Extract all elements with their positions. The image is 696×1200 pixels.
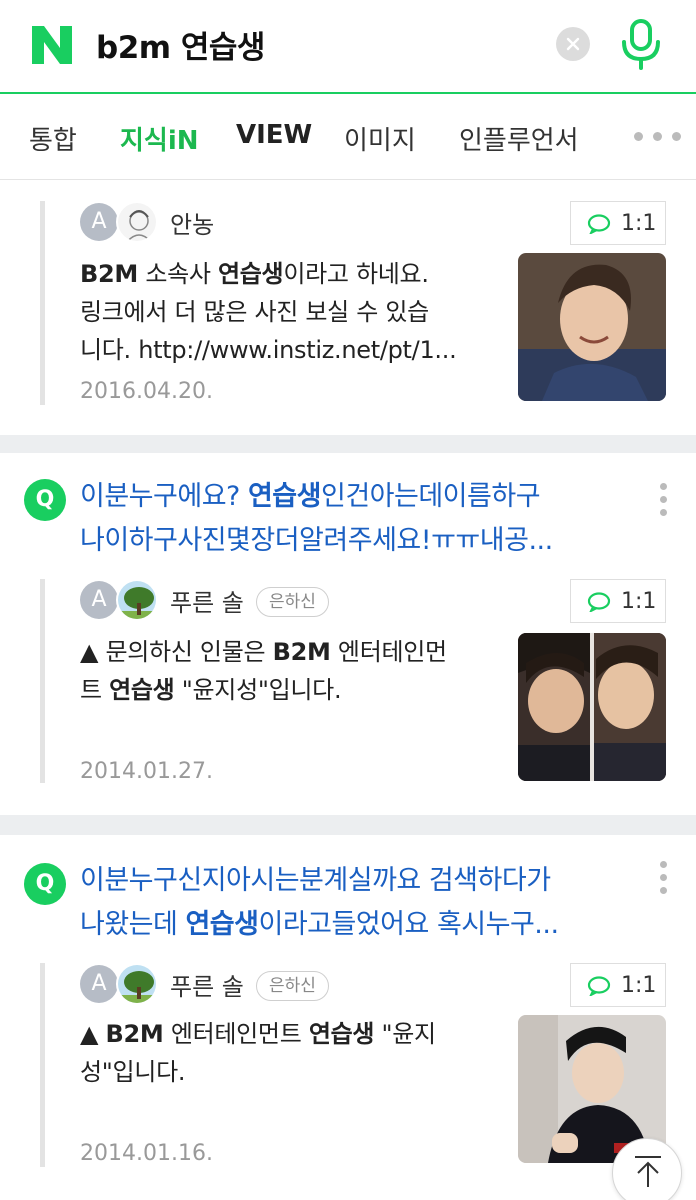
answer-line: ▲ 문의하신 인물은 B2M 엔터테인먼	[80, 638, 447, 666]
answer-line: 트 연습생 "윤지성"입니다.	[80, 676, 342, 704]
result-card: Q 이분누구에요? 연습생인건아는데이름하구 나이하구사진몇장더알려주세요!ㅠㅠ…	[0, 453, 696, 815]
question-text[interactable]: 이분누구신지아시는분계실까요 검색하다가 나왔는데 연습생이라고들었어요 혹시누…	[80, 859, 640, 947]
chat-icon	[587, 976, 611, 996]
answer-date: 2014.01.27.	[80, 759, 213, 784]
avatar: A	[80, 203, 118, 241]
answerer-avatars: A	[80, 579, 160, 621]
scroll-to-top-button[interactable]	[612, 1138, 682, 1200]
more-options-icon[interactable]	[658, 483, 668, 517]
answerer-avatars: A	[80, 963, 160, 1005]
search-query-input[interactable]: b2m 연습생	[96, 22, 265, 67]
chat-icon	[587, 592, 611, 612]
tab-all[interactable]: 통합	[29, 120, 77, 157]
tab-influencer[interactable]: 인플루언서	[459, 120, 579, 157]
answer-block[interactable]: A 푸른 솔 은하신 1:1 ▲ 문의하신 인물은 B2M 엔터테인먼 트 연습…	[40, 579, 680, 789]
one-on-one-chat-button[interactable]: 1:1	[570, 579, 666, 623]
tree-avatar-image	[116, 963, 158, 1005]
answerer-avatars: A	[80, 201, 160, 243]
answerer-name[interactable]: 안농	[170, 205, 214, 240]
question-line: 나이하구사진몇장더알려주세요!ㅠㅠ내공...	[80, 525, 553, 556]
answer-text[interactable]: ▲ 문의하신 인물은 B2M 엔터테인먼 트 연습생 "윤지성"입니다.	[80, 633, 500, 709]
answer-line: ▲ B2M 엔터테인먼트 연습생 "윤지	[80, 1020, 436, 1048]
microphone-icon[interactable]	[618, 18, 664, 70]
tab-kin[interactable]: 지식iN	[120, 120, 199, 157]
chat-icon	[587, 214, 611, 234]
answer-block[interactable]: A 안농 1:1 B2M 소속사 연습생이라고 하네요. 링크에서 더 많은 사…	[40, 201, 680, 411]
answer-line: 성"입니다.	[80, 1058, 186, 1086]
more-tabs-icon[interactable]	[634, 132, 682, 142]
answerer-name[interactable]: 푸른 솔	[170, 583, 244, 618]
question-badge: Q	[24, 863, 66, 905]
avatar: A	[80, 965, 118, 1003]
one-on-one-chat-button[interactable]: 1:1	[570, 201, 666, 245]
answerer-name[interactable]: 푸른 솔	[170, 967, 244, 1002]
close-icon	[566, 37, 580, 51]
tab-images[interactable]: 이미지	[344, 120, 416, 157]
search-header: b2m 연습생	[0, 0, 696, 92]
avatar: A	[80, 581, 118, 619]
chat-label: 1:1	[621, 589, 657, 614]
answer-thumbnail[interactable]	[518, 253, 666, 401]
rank-badge: 은하신	[256, 587, 329, 617]
answer-thumbnail[interactable]	[518, 633, 666, 781]
arrow-up-icon	[635, 1156, 661, 1187]
result-card: Q 이분누구신지아시는분계실까요 검색하다가 나왔는데 연습생이라고들었어요 혹…	[0, 835, 696, 1200]
tab-view[interactable]: VIEW	[236, 120, 312, 150]
search-tabs: 통합 지식iN VIEW 이미지 인플루언서	[0, 94, 696, 180]
chat-label: 1:1	[621, 211, 657, 236]
more-options-icon[interactable]	[658, 861, 668, 895]
answer-bar	[40, 201, 45, 405]
avatar-image	[116, 201, 158, 243]
naver-logo-icon[interactable]	[30, 24, 74, 66]
answer-text[interactable]: B2M 소속사 연습생이라고 하네요. 링크에서 더 많은 사진 보실 수 있습…	[80, 255, 500, 369]
answer-line: 니다. http://www.instiz.net/pt/1...	[80, 336, 457, 364]
question-line: 이분누구신지아시는분계실까요 검색하다가	[80, 865, 551, 896]
answer-line: B2M 소속사 연습생이라고 하네요.	[80, 260, 429, 288]
question-text[interactable]: 이분누구에요? 연습생인건아는데이름하구 나이하구사진몇장더알려주세요!ㅠㅠ내공…	[80, 475, 640, 563]
tree-avatar-image	[116, 579, 158, 621]
one-on-one-chat-button[interactable]: 1:1	[570, 963, 666, 1007]
answer-line: 링크에서 더 많은 사진 보실 수 있습	[80, 298, 429, 326]
chat-label: 1:1	[621, 973, 657, 998]
question-line: 나왔는데 연습생이라고들었어요 혹시누구...	[80, 909, 559, 940]
answer-date: 2016.04.20.	[80, 379, 213, 404]
section-separator	[0, 815, 696, 835]
answer-text[interactable]: ▲ B2M 엔터테인먼트 연습생 "윤지 성"입니다.	[80, 1015, 500, 1091]
section-separator	[0, 435, 696, 453]
answer-date: 2014.01.16.	[80, 1141, 213, 1166]
rank-badge: 은하신	[256, 971, 329, 1001]
question-badge: Q	[24, 479, 66, 521]
answer-block[interactable]: A 푸른 솔 은하신 1:1 ▲ B2M 엔터테인먼트 연습생 "윤지 성"입니…	[40, 963, 680, 1173]
clear-search-button[interactable]	[556, 27, 590, 61]
answer-bar	[40, 963, 45, 1167]
question-line: 이분누구에요? 연습생인건아는데이름하구	[80, 481, 541, 512]
answer-bar	[40, 579, 45, 783]
result-card: A 안농 1:1 B2M 소속사 연습생이라고 하네요. 링크에서 더 많은 사…	[0, 181, 696, 435]
